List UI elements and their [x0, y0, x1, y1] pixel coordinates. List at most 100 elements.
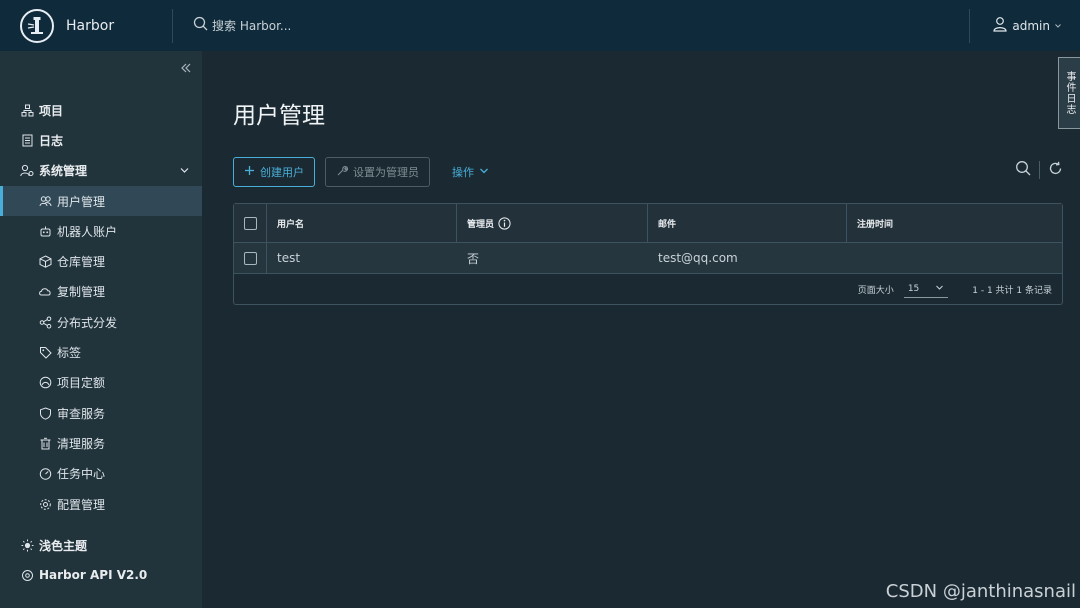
sidebar-item-label: 机器人账户: [57, 224, 118, 239]
column-header-email[interactable]: 邮件: [648, 204, 847, 242]
tools-divider: [1039, 161, 1040, 179]
users-icon: [38, 194, 52, 208]
info-icon[interactable]: [498, 216, 511, 230]
share-icon: [38, 315, 52, 329]
sidebar-item-distributions[interactable]: 分布式分发: [0, 307, 202, 337]
actions-label: 操作: [452, 166, 474, 179]
sidebar-item-registries[interactable]: 仓库管理: [0, 246, 202, 276]
pagination-summary: 1 - 1 共计 1 条记录: [972, 285, 1052, 296]
sidebar-item-system-admin[interactable]: 系统管理: [0, 156, 202, 186]
cube-icon: [38, 255, 52, 269]
sidebar-item-label: 日志: [39, 133, 64, 148]
sidebar-item-job-service[interactable]: 任务中心: [0, 459, 202, 489]
chevron-down-icon: [179, 165, 190, 179]
search-input[interactable]: [212, 18, 432, 33]
brand[interactable]: Harbor: [0, 0, 172, 51]
theme-toggle[interactable]: 浅色主题: [0, 530, 202, 560]
user-icon: [992, 16, 1008, 35]
page-title: 用户管理: [233, 103, 325, 129]
sidebar-item-label: 清理服务: [57, 436, 106, 451]
chevron-down-icon: [479, 166, 489, 179]
sidebar-item-clean-up[interactable]: 清理服务: [0, 428, 202, 458]
table-header: 用户名 管理员 邮件 注册时间: [234, 204, 1062, 243]
brand-name: Harbor: [66, 17, 115, 34]
tag-icon: [38, 346, 52, 360]
column-header-registered[interactable]: 注册时间: [847, 204, 1062, 242]
cell-registered: [847, 243, 1062, 273]
app-header: Harbor admin: [0, 0, 1080, 51]
projects-icon: [20, 103, 34, 117]
chevron-down-icon: [935, 283, 944, 295]
sidebar-item-project-quotas[interactable]: 项目定额: [0, 368, 202, 398]
global-search[interactable]: [193, 16, 432, 35]
sidebar-item-labels[interactable]: 标签: [0, 337, 202, 367]
row-select-cell: [234, 243, 267, 273]
sidebar: 项目 日志 系统管理 用户管理 机器人账户 仓库管理 复制管理 分布式分发 标签…: [0, 51, 202, 608]
trash-icon: [38, 436, 52, 450]
users-table: 用户名 管理员 邮件 注册时间 test 否 test@qq.com 页面大小 …: [233, 203, 1063, 305]
gauge-icon: [38, 376, 52, 390]
actions-dropdown[interactable]: 操作: [442, 157, 499, 187]
search-icon[interactable]: [1015, 160, 1031, 180]
sidebar-item-label: 复制管理: [57, 285, 106, 300]
sidebar-item-label: 审查服务: [57, 406, 106, 421]
sidebar-item-logs[interactable]: 日志: [0, 125, 202, 155]
sidebar-item-robot-accounts[interactable]: 机器人账户: [0, 216, 202, 246]
sidebar-item-label: 分布式分发: [57, 315, 118, 330]
sidebar-item-replications[interactable]: 复制管理: [0, 277, 202, 307]
api-icon: [20, 568, 34, 582]
select-all-cell: [234, 204, 267, 242]
harbor-api-label: Harbor API V2.0: [39, 568, 148, 583]
row-checkbox[interactable]: [243, 251, 257, 265]
column-header-admin-label: 管理员: [467, 219, 495, 230]
page-size-value: 15: [907, 283, 920, 294]
main-content: 用户管理 创建用户 设置为管理员 操作 用户名 管理员 邮件 注册时间 test…: [202, 51, 1080, 608]
gear-icon: [38, 497, 52, 511]
event-log-label: 事件日志: [1064, 71, 1075, 115]
sidebar-item-projects[interactable]: 项目: [0, 95, 202, 125]
event-log-tab[interactable]: 事件日志: [1058, 57, 1080, 129]
cell-admin: 否: [467, 251, 480, 266]
sidebar-bottom: 浅色主题 Harbor API V2.0: [0, 530, 202, 591]
create-user-button[interactable]: 创建用户: [233, 157, 315, 187]
header-divider: [172, 8, 173, 43]
toolbar: 创建用户 设置为管理员 操作: [233, 157, 499, 187]
page-size-select[interactable]: 15: [903, 281, 949, 298]
select-all-checkbox[interactable]: [243, 216, 257, 230]
table-footer: 页面大小 15 1 - 1 共计 1 条记录: [234, 274, 1062, 304]
sidebar-item-user-management[interactable]: 用户管理: [0, 185, 202, 217]
sidebar-item-label: 项目定额: [57, 376, 106, 391]
logs-icon: [20, 133, 34, 147]
column-header-username[interactable]: 用户名: [267, 204, 457, 242]
sidebar-item-configuration[interactable]: 配置管理: [0, 489, 202, 519]
cell-email: test@qq.com: [658, 251, 738, 265]
harbor-api-link[interactable]: Harbor API V2.0: [0, 560, 202, 590]
sidebar-item-label: 用户管理: [57, 194, 106, 209]
column-header-admin[interactable]: 管理员: [457, 204, 648, 242]
sidebar-item-label: 系统管理: [39, 164, 88, 179]
set-admin-button[interactable]: 设置为管理员: [325, 157, 430, 187]
refresh-icon[interactable]: [1048, 161, 1063, 180]
collapse-sidebar-button[interactable]: [180, 59, 192, 78]
theme-toggle-label: 浅色主题: [39, 538, 88, 553]
sidebar-item-label: 标签: [57, 346, 82, 361]
sidebar-item-label: 项目: [39, 103, 64, 118]
grid-tools: [1015, 160, 1063, 180]
table-row[interactable]: test 否 test@qq.com: [234, 243, 1062, 274]
dashboard-icon: [38, 467, 52, 481]
harbor-logo-icon: [20, 8, 54, 43]
plus-icon: [244, 165, 255, 179]
wrench-icon: [336, 165, 349, 180]
sidebar-item-interrogation-services[interactable]: 审查服务: [0, 398, 202, 428]
admin-users-icon: [20, 164, 34, 178]
sidebar-item-label: 任务中心: [57, 467, 106, 482]
sidebar-item-label: 仓库管理: [57, 255, 106, 270]
sidebar-nav: 项目 日志 系统管理 用户管理 机器人账户 仓库管理 复制管理 分布式分发 标签…: [0, 95, 202, 519]
sun-icon: [20, 538, 34, 552]
create-user-label: 创建用户: [260, 166, 304, 179]
page-size-label: 页面大小: [857, 285, 894, 296]
sidebar-item-label: 配置管理: [57, 497, 106, 512]
set-admin-label: 设置为管理员: [353, 166, 419, 179]
user-menu[interactable]: admin: [970, 16, 1080, 35]
watermark: CSDN @janthinasnail: [885, 581, 1076, 602]
